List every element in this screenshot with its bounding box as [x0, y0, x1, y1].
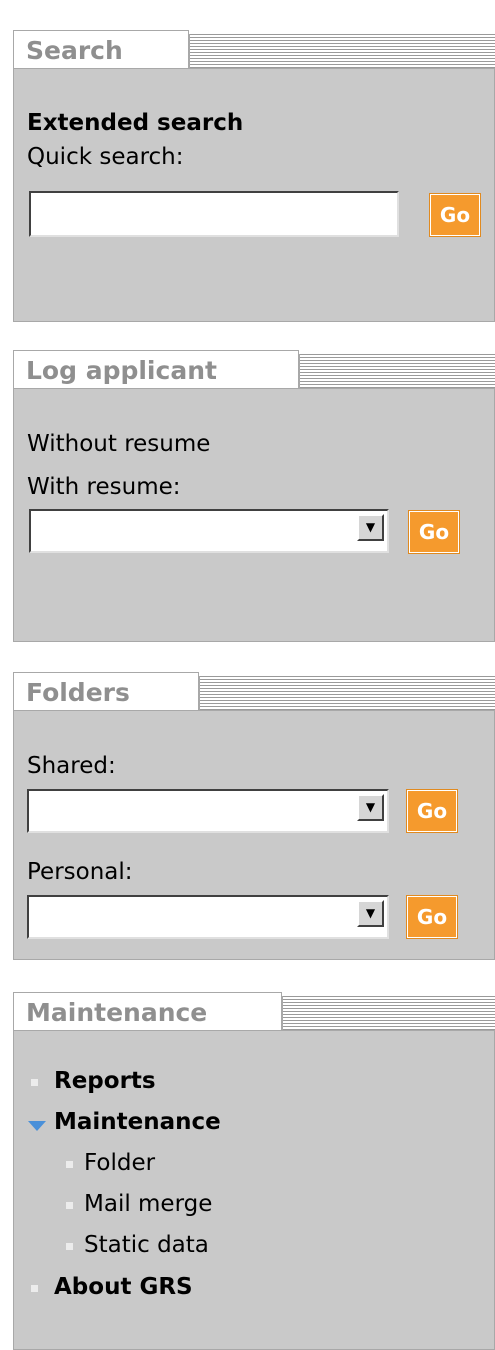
maintenance-panel-title: Maintenance [13, 992, 282, 1030]
submenu-item-mail-merge[interactable]: Mail merge [84, 1191, 212, 1217]
shared-folder-select[interactable]: ▼ [27, 789, 389, 833]
with-resume-select[interactable]: ▼ [29, 509, 389, 553]
menu-item-reports[interactable]: Reports [54, 1068, 156, 1094]
maintenance-panel: Maintenance Reports Maintenance Folder M… [13, 992, 495, 1350]
folders-panel-header: Folders [13, 672, 495, 712]
dropdown-arrow-icon[interactable]: ▼ [357, 514, 384, 541]
personal-folder-go-button[interactable]: Go [406, 895, 458, 939]
dropdown-arrow-icon[interactable]: ▼ [357, 794, 384, 821]
log-applicant-panel-title: Log applicant [13, 350, 299, 388]
search-panel-title: Search [13, 30, 189, 68]
submenu-item-folder[interactable]: Folder [84, 1150, 155, 1176]
folders-panel-body: Shared: ▼ Go Personal: ▼ Go [13, 710, 495, 960]
log-applicant-panel: Log applicant Without resume With resume… [13, 350, 495, 642]
folders-panel: Folders Shared: ▼ Go Personal: ▼ Go [13, 672, 495, 960]
shared-folder-go-button[interactable]: Go [406, 789, 458, 833]
with-resume-label: With resume: [27, 474, 181, 500]
extended-search-link[interactable]: Extended search [27, 110, 243, 136]
header-stripes [199, 676, 495, 710]
with-resume-go-button[interactable]: Go [408, 510, 460, 554]
search-panel: Search Extended search Quick search: Go [13, 30, 495, 322]
personal-folder-select[interactable]: ▼ [27, 895, 389, 939]
expanded-triangle-icon[interactable] [28, 1121, 46, 1131]
submenu-item-static-data[interactable]: Static data [84, 1232, 209, 1258]
menu-item-about-grs[interactable]: About GRS [54, 1274, 193, 1300]
search-panel-header: Search [13, 30, 495, 70]
maintenance-panel-header: Maintenance [13, 992, 495, 1032]
without-resume-link[interactable]: Without resume [27, 431, 210, 457]
header-stripes [282, 996, 495, 1030]
bullet-icon [31, 1285, 38, 1292]
quick-search-input[interactable] [29, 191, 399, 237]
bullet-icon [66, 1243, 73, 1250]
header-stripes [189, 34, 495, 68]
header-stripes [299, 354, 495, 388]
log-applicant-panel-header: Log applicant [13, 350, 495, 390]
bullet-icon [31, 1079, 38, 1086]
quick-search-go-button[interactable]: Go [429, 193, 481, 237]
maintenance-panel-body: Reports Maintenance Folder Mail merge St… [13, 1030, 495, 1350]
log-applicant-panel-body: Without resume With resume: ▼ Go [13, 388, 495, 642]
search-panel-body: Extended search Quick search: Go [13, 68, 495, 322]
menu-item-maintenance[interactable]: Maintenance [54, 1109, 221, 1135]
quick-search-label: Quick search: [27, 144, 184, 170]
shared-folder-label: Shared: [27, 753, 116, 779]
bullet-icon [66, 1161, 73, 1168]
bullet-icon [66, 1202, 73, 1209]
dropdown-arrow-icon[interactable]: ▼ [357, 900, 384, 927]
folders-panel-title: Folders [13, 672, 199, 710]
personal-folder-label: Personal: [27, 859, 133, 885]
